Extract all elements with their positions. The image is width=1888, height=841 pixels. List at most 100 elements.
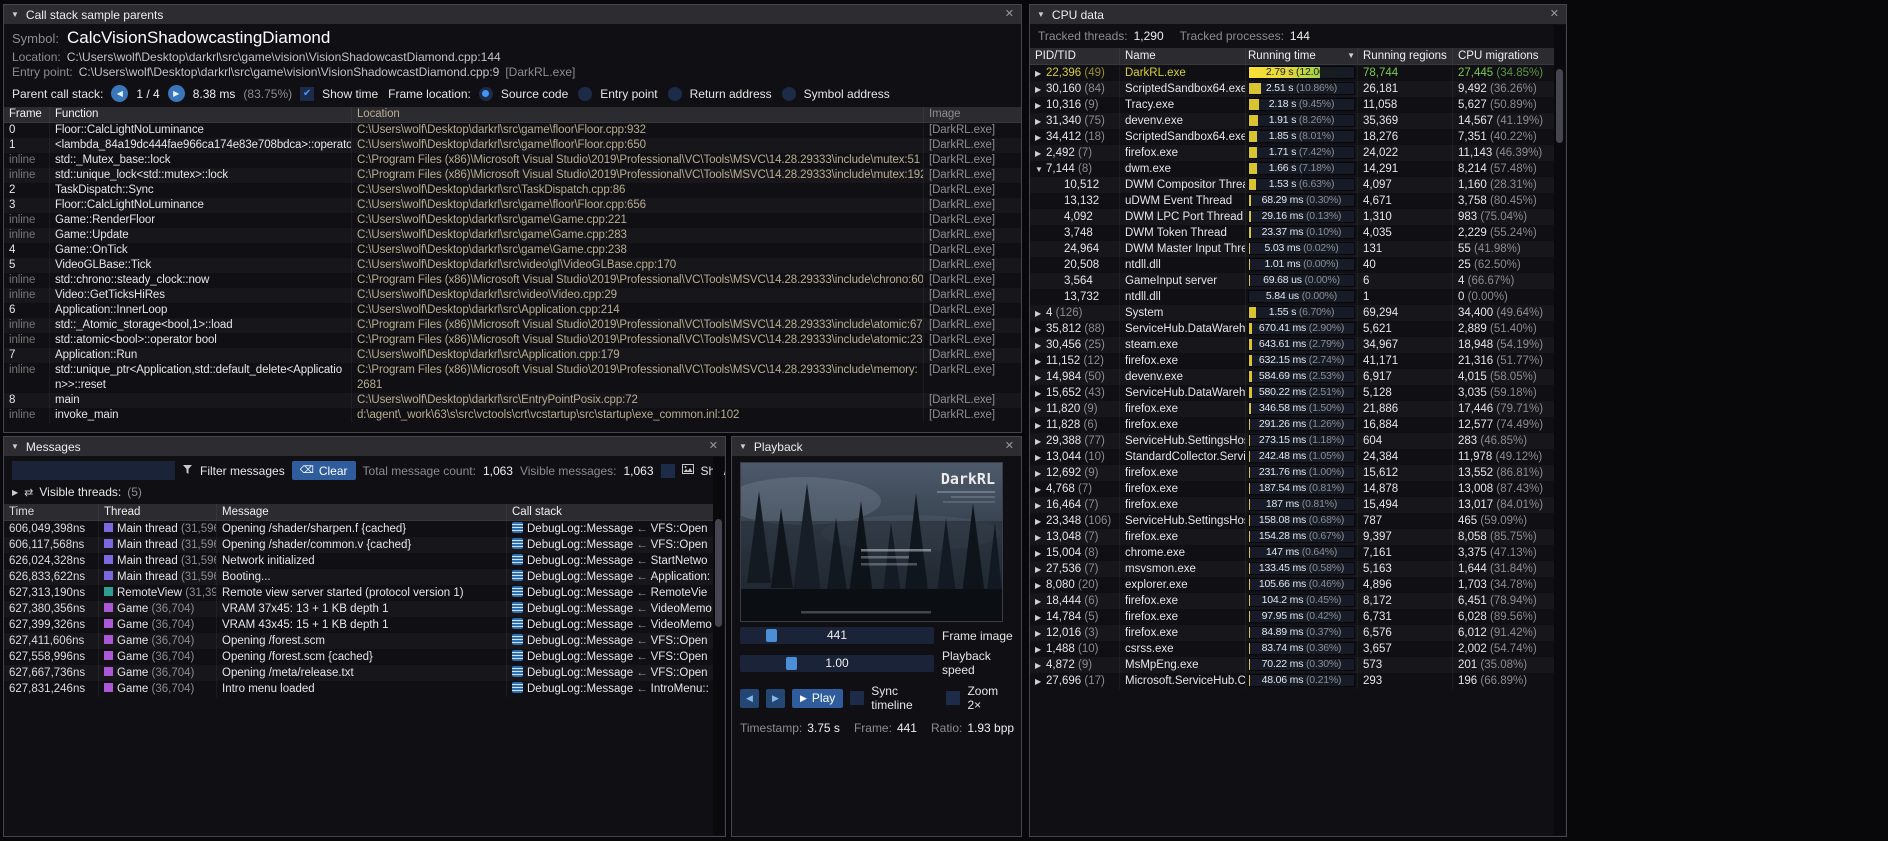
expand-icon[interactable]: ▶ — [1035, 450, 1046, 465]
cpu-row[interactable]: ▶12,692 (9) firefox.exe 231.76 ms (1.00%… — [1030, 465, 1555, 481]
column-name[interactable]: Name — [1120, 48, 1246, 64]
sync-timeline-checkbox[interactable] — [850, 691, 864, 705]
cpu-row[interactable]: ▼7,144 (8) dwm.exe 1.66 s (7.18%) 14,291… — [1030, 161, 1555, 177]
message-row[interactable]: 626,833,622ns Main thread (31,596) Booti… — [4, 569, 714, 585]
expand-icon[interactable]: ▶ — [1035, 578, 1046, 593]
close-icon[interactable]: ✕ — [1005, 9, 1014, 20]
expand-icon[interactable]: ▶ — [1035, 530, 1046, 545]
expand-icon[interactable]: ▶ — [1035, 482, 1046, 497]
callstack-row[interactable]: 5 VideoGLBase::Tick C:\Users\wolf\Deskto… — [4, 258, 1021, 273]
cpu-row[interactable]: ▶34,412 (18) ScriptedSandbox64.exe 1.85 … — [1030, 129, 1555, 145]
callstack-icon[interactable] — [512, 650, 523, 661]
expand-icon[interactable]: ▶ — [1035, 322, 1046, 337]
message-row[interactable]: 627,558,996ns Game (36,704) Opening /for… — [4, 649, 714, 665]
expand-icon[interactable]: ▶ — [1035, 98, 1046, 113]
expand-icon[interactable]: ▶ — [1035, 562, 1046, 577]
messages-scrollbar[interactable] — [713, 457, 724, 835]
expand-icon[interactable]: ▶ — [1035, 674, 1046, 689]
message-row[interactable]: 627,411,606ns Game (36,704) Opening /for… — [4, 633, 714, 649]
cpu-row[interactable]: ▶4,768 (7) firefox.exe 187.54 ms (0.81%)… — [1030, 481, 1555, 497]
column-running-time[interactable]: ▼Running time — [1246, 48, 1358, 64]
callstack-row[interactable]: 6 Application::InnerLoop C:\Users\wolf\D… — [4, 303, 1021, 318]
cpu-row[interactable]: ▶14,984 (50) devenv.exe 584.69 ms (2.53%… — [1030, 369, 1555, 385]
cpu-row[interactable]: ▶4,872 (9) MsMpEng.exe 70.22 ms (0.30%) … — [1030, 657, 1555, 673]
prev-frame-button[interactable]: ◀ — [740, 689, 759, 708]
expand-icon[interactable]: ▼ — [1035, 162, 1046, 177]
column-callstack[interactable]: Call stack — [507, 504, 714, 520]
expand-icon[interactable]: ▶ — [1035, 386, 1046, 401]
play-button[interactable]: ▶Play — [792, 689, 843, 708]
radio-source-code[interactable] — [479, 87, 493, 101]
cpu-row[interactable]: 10,512 DWM Compositor Thread 1.53 s (6.6… — [1030, 177, 1555, 193]
cpu-row[interactable]: 3,564 GameInput server 69.68 us (0.00%) … — [1030, 273, 1555, 289]
zoom-2x-checkbox[interactable] — [946, 691, 960, 705]
column-time[interactable]: Time — [4, 504, 99, 520]
message-row[interactable]: 626,024,328ns Main thread (31,596) Netwo… — [4, 553, 714, 569]
callstack-row[interactable]: 1 <lambda_84a19dc444fae966ca174e83e708bd… — [4, 138, 1021, 153]
visible-threads-row[interactable]: ▶ ⇄ Visible threads: (5) — [4, 485, 725, 504]
cpu-scrollbar[interactable] — [1554, 25, 1565, 835]
expand-icon[interactable]: ▶ — [1035, 466, 1046, 481]
message-filter-input[interactable] — [12, 461, 175, 480]
cpu-row[interactable]: 13,732 ntdll.dll 5.84 us (0.00%) 1 0 (0.… — [1030, 289, 1555, 305]
expand-icon[interactable]: ▶ — [1035, 146, 1046, 161]
expand-icon[interactable]: ▶ — [1035, 354, 1046, 369]
close-icon[interactable]: ✕ — [1005, 441, 1014, 452]
column-running-regions[interactable]: Running regions — [1358, 48, 1453, 64]
clear-button[interactable]: ⌫Clear — [292, 461, 356, 480]
expand-icon[interactable]: ▶ — [1035, 594, 1046, 609]
callstack-row[interactable]: 0 Floor::CalcLightNoLuminance C:\Users\w… — [4, 123, 1021, 138]
callstack-row[interactable]: 7 Application::Run C:\Users\wolf\Desktop… — [4, 348, 1021, 363]
callstack-icon[interactable] — [512, 586, 523, 597]
close-icon[interactable]: ✕ — [709, 441, 718, 452]
column-frame[interactable]: Frame — [4, 107, 50, 122]
expand-icon[interactable]: ▶ — [12, 488, 18, 497]
column-location[interactable]: Location — [352, 107, 924, 122]
cpu-row[interactable]: ▶13,048 (7) firefox.exe 154.28 ms (0.67%… — [1030, 529, 1555, 545]
column-image[interactable]: Image — [924, 107, 1021, 122]
collapse-icon[interactable]: ▼ — [739, 442, 747, 451]
show-frame-checkbox[interactable] — [661, 464, 675, 478]
frame-image-slider[interactable]: 441 — [740, 627, 934, 644]
expand-icon[interactable]: ▶ — [1035, 114, 1046, 129]
radio-symbol-address[interactable] — [782, 87, 796, 101]
callstack-row[interactable]: inline std::unique_ptr<Application,std::… — [4, 363, 1021, 393]
callstack-row[interactable]: inline Game::Update C:\Users\wolf\Deskto… — [4, 228, 1021, 243]
cpu-row[interactable]: ▶27,536 (7) msvsmon.exe 133.45 ms (0.58%… — [1030, 561, 1555, 577]
cpu-titlebar[interactable]: ▼ CPU data ✕ — [1030, 5, 1566, 24]
expand-icon[interactable]: ▶ — [1035, 610, 1046, 625]
cpu-row[interactable]: 20,508 ntdll.dll 1.01 ms (0.00%) 40 25 (… — [1030, 257, 1555, 273]
expand-icon[interactable]: ▶ — [1035, 418, 1046, 433]
expand-icon[interactable]: ▶ — [1035, 338, 1046, 353]
radio-entry-point[interactable] — [578, 87, 592, 101]
playback-speed-slider[interactable]: 1.00 — [740, 655, 934, 672]
callstack-row[interactable]: inline std::_Atomic_storage<bool,1>::loa… — [4, 318, 1021, 333]
callstack-row[interactable]: inline std::_Mutex_base::lock C:\Program… — [4, 153, 1021, 168]
expand-icon[interactable]: ▶ — [1035, 498, 1046, 513]
callstack-icon[interactable] — [512, 538, 523, 549]
callstack-icon[interactable] — [512, 522, 523, 533]
message-row[interactable]: 627,380,356ns Game (36,704) VRAM 37x45: … — [4, 601, 714, 617]
callstack-row[interactable]: inline invoke_main d:\agent\_work\63\s\s… — [4, 408, 1021, 423]
callstack-row[interactable]: inline std::chrono::steady_clock::now C:… — [4, 273, 1021, 288]
callstack-row[interactable]: inline std::unique_lock<std::mutex>::loc… — [4, 168, 1021, 183]
cpu-row[interactable]: ▶11,820 (9) firefox.exe 346.58 ms (1.50%… — [1030, 401, 1555, 417]
collapse-icon[interactable]: ▼ — [11, 10, 19, 19]
cpu-row[interactable]: ▶15,652 (43) ServiceHub.DataWarehou 580.… — [1030, 385, 1555, 401]
callstack-icon[interactable] — [512, 554, 523, 565]
expand-icon[interactable]: ▶ — [1035, 546, 1046, 561]
column-thread[interactable]: Thread — [99, 504, 217, 520]
cpu-row[interactable]: ▶30,160 (84) ScriptedSandbox64.exe 2.51 … — [1030, 81, 1555, 97]
cpu-row[interactable]: 3,748 DWM Token Thread 23.37 ms (0.10%) … — [1030, 225, 1555, 241]
cpu-row[interactable]: ▶4 (126) System 1.55 s (6.70%) 69,294 34… — [1030, 305, 1555, 321]
prev-parent-button[interactable]: ◀ — [111, 85, 128, 102]
next-frame-button[interactable]: ▶ — [766, 689, 785, 708]
callstack-titlebar[interactable]: ▼ Call stack sample parents ✕ — [4, 5, 1021, 24]
cpu-row[interactable]: ▶14,784 (5) firefox.exe 97.95 ms (0.42%)… — [1030, 609, 1555, 625]
cpu-row[interactable]: ▶23,348 (106) ServiceHub.SettingsHost 15… — [1030, 513, 1555, 529]
expand-icon[interactable]: ▶ — [1035, 82, 1046, 97]
message-row[interactable]: 627,831,246ns Game (36,704) Intro menu l… — [4, 681, 714, 697]
callstack-row[interactable]: inline Game::RenderFloor C:\Users\wolf\D… — [4, 213, 1021, 228]
callstack-row[interactable]: 2 TaskDispatch::Sync C:\Users\wolf\Deskt… — [4, 183, 1021, 198]
cpu-row[interactable]: ▶8,080 (20) explorer.exe 105.66 ms (0.46… — [1030, 577, 1555, 593]
